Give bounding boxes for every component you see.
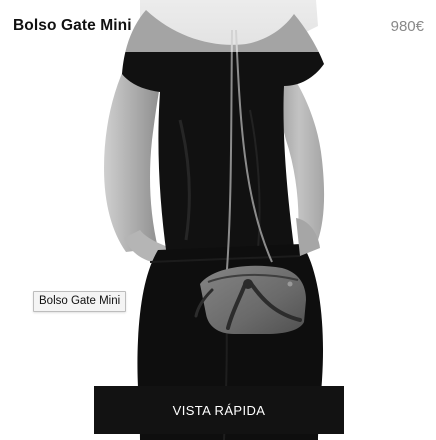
image-tooltip: Bolso Gate Mini	[33, 291, 127, 312]
product-photo[interactable]	[0, 0, 436, 440]
product-name[interactable]: Bolso Gate Mini	[13, 17, 132, 35]
product-card[interactable]: Bolso Gate Mini 980€ Bolso Gate Mini VIS…	[0, 0, 436, 440]
product-price: 980€	[390, 17, 424, 35]
product-header: Bolso Gate Mini 980€	[0, 0, 436, 52]
quick-view-button[interactable]: VISTA RÁPIDA	[94, 386, 344, 434]
